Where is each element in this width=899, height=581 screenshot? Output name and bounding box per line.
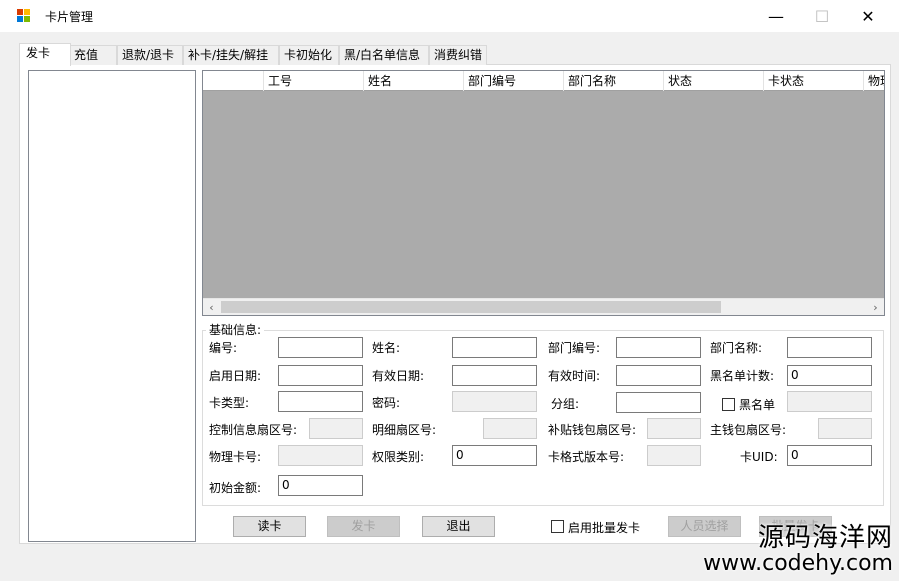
valid-date-input[interactable] <box>452 365 537 386</box>
batch-enable-checkbox[interactable] <box>551 520 564 533</box>
start-date-label: 启用日期: <box>209 369 262 383</box>
watermark-cn: 源码海洋网 <box>757 523 893 553</box>
department-tree[interactable] <box>28 70 196 542</box>
tab-replace-lost[interactable]: 补卡/挂失/解挂 <box>183 45 279 65</box>
tab-issue-card[interactable]: 发卡 <box>19 43 71 66</box>
name-label: 姓名: <box>372 341 401 355</box>
perm-type-input[interactable]: 0 <box>452 445 537 466</box>
card-management-window: 卡片管理 — ☐ ✕ 发卡 充值 退款/退卡 补卡/挂失/解挂 卡初始化 黑/白… <box>0 0 899 581</box>
grid-col-row-header[interactable] <box>203 71 263 91</box>
detail-sector-input[interactable] <box>483 418 537 439</box>
dept-name-label: 部门名称: <box>710 341 763 355</box>
ctrl-sector-input[interactable] <box>309 418 363 439</box>
tab-recharge[interactable]: 充值 <box>69 45 117 65</box>
grid-col-dept-no[interactable]: 部门编号 <box>463 71 563 91</box>
grid-col-employee-no[interactable]: 工号 <box>263 71 363 91</box>
number-label: 编号: <box>209 341 238 355</box>
tab-refund[interactable]: 退款/退卡 <box>117 45 183 65</box>
card-format-input[interactable] <box>647 445 701 466</box>
card-type-input[interactable] <box>278 391 363 412</box>
valid-time-input[interactable] <box>616 365 701 386</box>
grid-col-status[interactable]: 状态 <box>663 71 763 91</box>
main-sector-input[interactable] <box>818 418 872 439</box>
card-type-label: 卡类型: <box>209 396 250 410</box>
group-label: 分组: <box>551 397 580 411</box>
subsidy-sector-label: 补贴钱包扇区号: <box>548 423 637 437</box>
maximize-button[interactable]: ☐ <box>799 0 845 32</box>
blacklist-checkbox[interactable] <box>722 398 735 411</box>
basic-info-title: 基础信息: <box>206 321 265 338</box>
exit-button[interactable]: 退出 <box>422 516 495 537</box>
dept-no-input[interactable] <box>616 337 701 358</box>
tab-consume-correction[interactable]: 消费纠错 <box>429 45 487 65</box>
blacklist-input[interactable] <box>787 391 872 412</box>
blacklist-count-input[interactable]: 0 <box>787 365 872 386</box>
start-date-input[interactable] <box>278 365 363 386</box>
grid-col-name[interactable]: 姓名 <box>363 71 463 91</box>
ctrl-sector-label: 控制信息扇区号: <box>209 423 298 437</box>
window-title: 卡片管理 <box>45 10 94 24</box>
subsidy-sector-input[interactable] <box>647 418 701 439</box>
grid-col-card-status[interactable]: 卡状态 <box>763 71 863 91</box>
grid-horizontal-scrollbar[interactable]: ‹ › <box>203 298 884 315</box>
init-amount-label: 初始金额: <box>209 481 262 495</box>
issue-card-button[interactable]: 发卡 <box>327 516 400 537</box>
perm-type-label: 权限类别: <box>372 450 425 464</box>
name-input[interactable] <box>452 337 537 358</box>
physical-no-input[interactable] <box>278 445 363 466</box>
card-uid-input[interactable]: 0 <box>787 445 872 466</box>
grid-header: 工号 姓名 部门编号 部门名称 状态 卡状态 物理 <box>203 71 884 91</box>
main-sector-label: 主钱包扇区号: <box>710 423 787 437</box>
read-card-button[interactable]: 读卡 <box>233 516 306 537</box>
init-amount-input[interactable]: 0 <box>278 475 363 496</box>
scroll-thumb[interactable] <box>221 301 721 313</box>
grid-col-dept-name[interactable]: 部门名称 <box>563 71 663 91</box>
watermark-url: www.codehy.com <box>703 551 893 576</box>
scroll-left-icon[interactable]: ‹ <box>203 299 220 315</box>
app-icon <box>17 9 31 23</box>
group-input[interactable] <box>616 392 701 413</box>
valid-time-label: 有效时间: <box>548 369 601 383</box>
detail-sector-label: 明细扇区号: <box>372 423 437 437</box>
password-label: 密码: <box>372 396 401 410</box>
grid-col-physical[interactable]: 物理 <box>863 71 884 91</box>
number-input[interactable] <box>278 337 363 358</box>
physical-no-label: 物理卡号: <box>209 450 262 464</box>
password-input[interactable] <box>452 391 537 412</box>
blacklist-checkbox-label: 黑名单 <box>739 398 776 412</box>
card-uid-label: 卡UID: <box>740 450 778 464</box>
batch-enable-label: 启用批量发卡 <box>568 521 641 535</box>
close-button[interactable]: ✕ <box>845 0 891 32</box>
tab-card-init[interactable]: 卡初始化 <box>279 45 339 65</box>
dept-no-label: 部门编号: <box>548 341 601 355</box>
watermark: 源码海洋网 www.codehy.com <box>703 524 893 576</box>
valid-date-label: 有效日期: <box>372 369 425 383</box>
minimize-button[interactable]: — <box>753 0 799 32</box>
tab-black-white-list[interactable]: 黑/白名单信息 <box>339 45 429 65</box>
dept-name-input[interactable] <box>787 337 872 358</box>
blacklist-count-label: 黑名单计数: <box>710 369 775 383</box>
card-format-label: 卡格式版本号: <box>548 450 625 464</box>
title-bar: 卡片管理 — ☐ ✕ <box>0 0 899 32</box>
scroll-right-icon[interactable]: › <box>867 299 884 315</box>
card-grid[interactable]: 工号 姓名 部门编号 部门名称 状态 卡状态 物理 ‹ › <box>202 70 885 316</box>
